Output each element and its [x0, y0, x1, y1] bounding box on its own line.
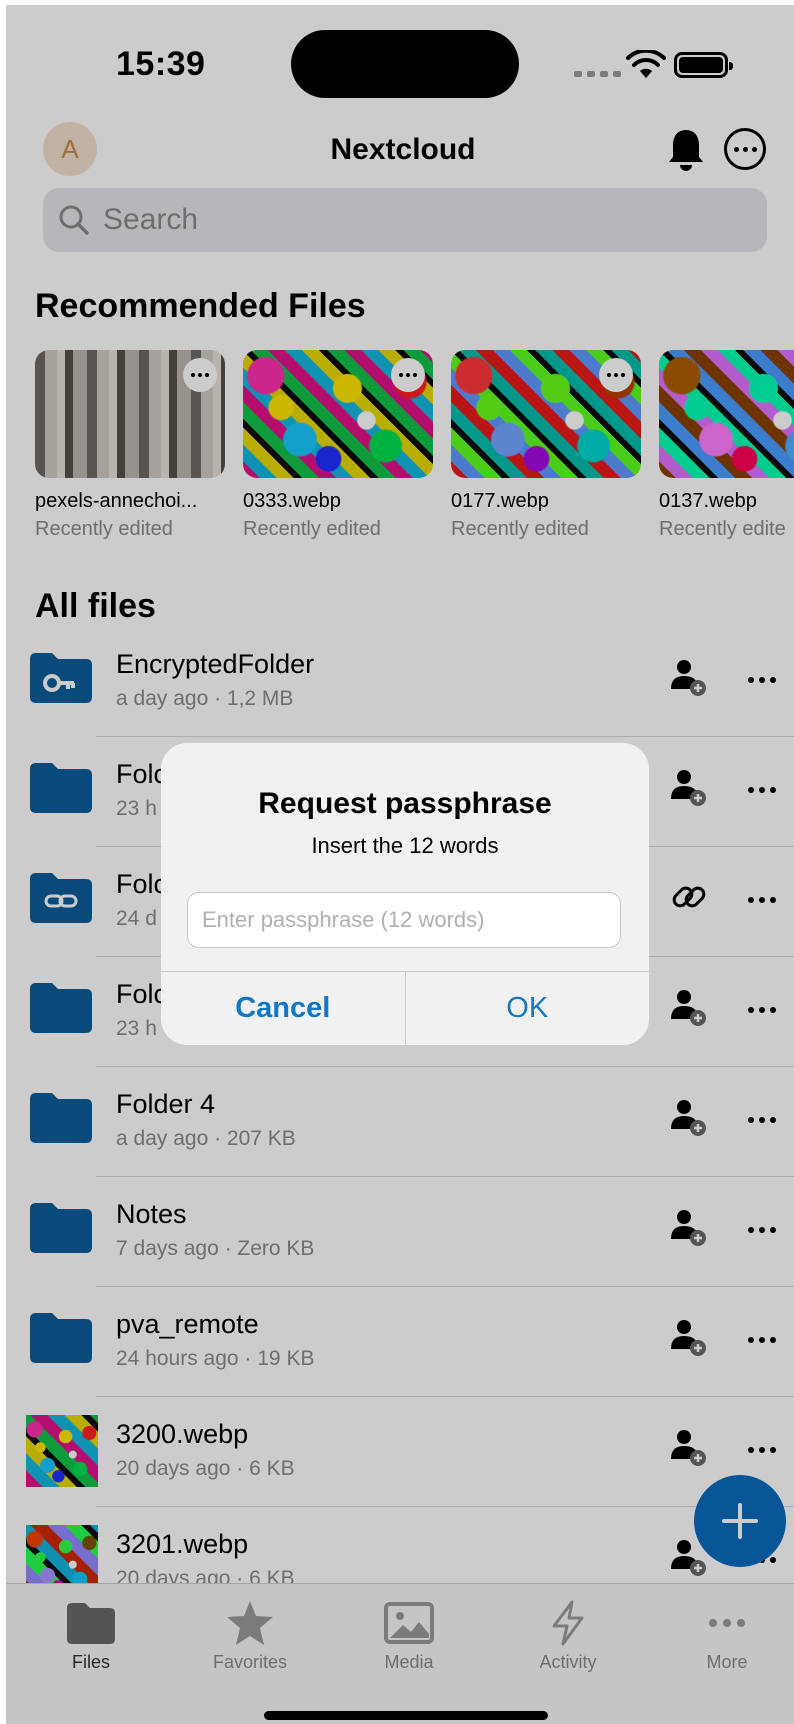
cancel-button[interactable]: Cancel	[161, 972, 406, 1045]
dialog-buttons: Cancel OK	[161, 971, 649, 1045]
screen: 15:39 A Nextcloud Search Recommended Fil…	[6, 5, 794, 1724]
dialog-title: Request passphrase	[258, 787, 552, 820]
passphrase-dialog: Request passphrase Insert the 12 words C…	[161, 743, 649, 1045]
dialog-message: Insert the 12 words	[311, 833, 499, 858]
passphrase-input[interactable]	[187, 892, 621, 948]
home-indicator[interactable]	[264, 1711, 548, 1720]
ok-button[interactable]: OK	[406, 972, 650, 1045]
